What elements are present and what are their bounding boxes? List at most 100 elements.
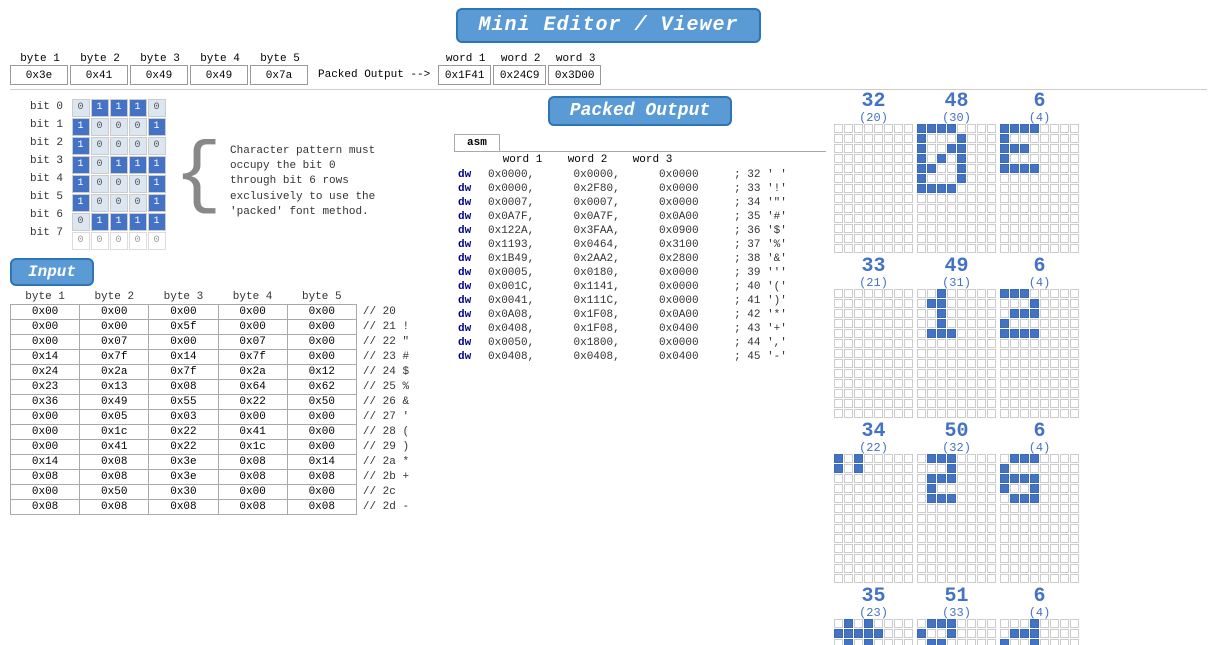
input-cell-9-4: 0x00 (287, 440, 356, 455)
pixel-cell (854, 379, 863, 388)
pixel-cell (1020, 319, 1029, 328)
pixel-cell (894, 319, 903, 328)
pixel-cell (844, 379, 853, 388)
input-cell-2-1: 0x07 (80, 335, 149, 350)
pixel-cell (864, 289, 873, 298)
pixel-cell (1040, 339, 1049, 348)
pixel-cell (1030, 514, 1039, 523)
pixel-cell (834, 184, 843, 193)
pixel-cell (927, 474, 936, 483)
packed-cell-8-2: 0x1141, (570, 280, 656, 294)
word3-label: word 3 (548, 53, 603, 65)
bit-cell-2-1: 0 (91, 137, 109, 155)
pixel-cell (1050, 184, 1059, 193)
input-cell-12-2: 0x30 (149, 485, 218, 500)
packed-cell-11-3: 0x0400 (655, 322, 730, 336)
packed-cell-5-1: 0x1193, (484, 238, 570, 252)
pixel-cell (894, 474, 903, 483)
pixel-cell (967, 234, 976, 243)
input-cell-7-4: 0x00 (287, 410, 356, 425)
pixel-cell (1060, 134, 1069, 143)
pixel-cell (864, 494, 873, 503)
brace-annotation: { Character pattern must occupy the bit … (174, 114, 382, 250)
pixel-cell (957, 299, 966, 308)
pixel-cell (1030, 234, 1039, 243)
pixel-cell (927, 379, 936, 388)
divider (10, 89, 1207, 90)
pixel-cell (917, 184, 926, 193)
pixel-cell (1040, 369, 1049, 378)
pixel-cell (977, 504, 986, 513)
pixel-cell (917, 289, 926, 298)
pixel-cell (967, 464, 976, 473)
input-cell-2-0: 0x00 (11, 335, 80, 350)
pixel-cell (904, 194, 913, 203)
pixel-cell (1000, 244, 1009, 253)
pixel-cell (937, 124, 946, 133)
pixel-cell (977, 379, 986, 388)
pixel-cell (894, 359, 903, 368)
pixel-cell (1020, 184, 1029, 193)
bit-cell-2-2: 0 (110, 137, 128, 155)
preview-group-2: 6(4)6(4)6(4)6(4) (1000, 92, 1079, 645)
pixel-cell (854, 329, 863, 338)
pixel-cell (947, 484, 956, 493)
pixel-cell (1070, 379, 1079, 388)
pixel-cell (844, 454, 853, 463)
pixel-cell (904, 234, 913, 243)
pixel-cell (937, 484, 946, 493)
pixel-cell (947, 399, 956, 408)
pixel-cell (977, 224, 986, 233)
preview-item: 35(23) (834, 587, 913, 645)
pixel-cell (1030, 299, 1039, 308)
pixel-cell (947, 629, 956, 638)
pixel-cell (1030, 504, 1039, 513)
bit-row-0: 01110 (71, 98, 166, 117)
pixel-cell (1040, 389, 1049, 398)
pixel-cell (937, 534, 946, 543)
pixel-cell (864, 534, 873, 543)
pixel-cell (947, 639, 956, 645)
pixel-cell (834, 369, 843, 378)
input-cell-12-5: // 2c (356, 485, 439, 500)
pixel-cell (947, 329, 956, 338)
input-col-byte3: byte 3 (149, 290, 218, 305)
pixel-cell (904, 144, 913, 153)
pixel-cell (844, 409, 853, 418)
pixel-cell (937, 144, 946, 153)
table-row: 0x000x070x000x070x00// 22 " (11, 335, 440, 350)
packed-row: dw0x0000,0x0000,0x0000; 32 ' ' (454, 168, 826, 182)
pixel-cell (844, 494, 853, 503)
pixel-cell (927, 464, 936, 473)
pixel-cell (917, 554, 926, 563)
packed-cell-8-0: dw (454, 280, 484, 294)
pixel-cell (1010, 214, 1019, 223)
pixel-cell (1010, 534, 1019, 543)
pixel-cell (1010, 639, 1019, 645)
pixel-cell (834, 389, 843, 398)
pixel-cell (1020, 619, 1029, 628)
pixel-cell (1020, 399, 1029, 408)
bit-cell-4-2: 0 (110, 175, 128, 193)
pixel-cell (917, 564, 926, 573)
pixel-cell (1040, 124, 1049, 133)
tab-asm[interactable]: asm (454, 134, 500, 151)
pixel-cell (1050, 554, 1059, 563)
byte-section: byte 1 byte 2 byte 3 byte 4 byte 5 0x3e … (10, 53, 310, 85)
pixel-cell (1020, 299, 1029, 308)
pixel-cell (834, 164, 843, 173)
pixel-cell (987, 339, 996, 348)
input-cell-9-3: 0x1c (218, 440, 287, 455)
bit-row-7: 00000 (71, 231, 166, 250)
pixel-cell (957, 629, 966, 638)
pixel-cell (1000, 534, 1009, 543)
pixel-cell (854, 514, 863, 523)
packed-cell-1-2: 0x2F80, (570, 182, 656, 196)
pixel-cell (864, 349, 873, 358)
pixel-cell (937, 564, 946, 573)
pixel-cell (844, 534, 853, 543)
pixel-cell (1010, 619, 1019, 628)
pixel-cell (1070, 144, 1079, 153)
input-cell-10-2: 0x3e (149, 455, 218, 470)
pixel-cell (1050, 164, 1059, 173)
